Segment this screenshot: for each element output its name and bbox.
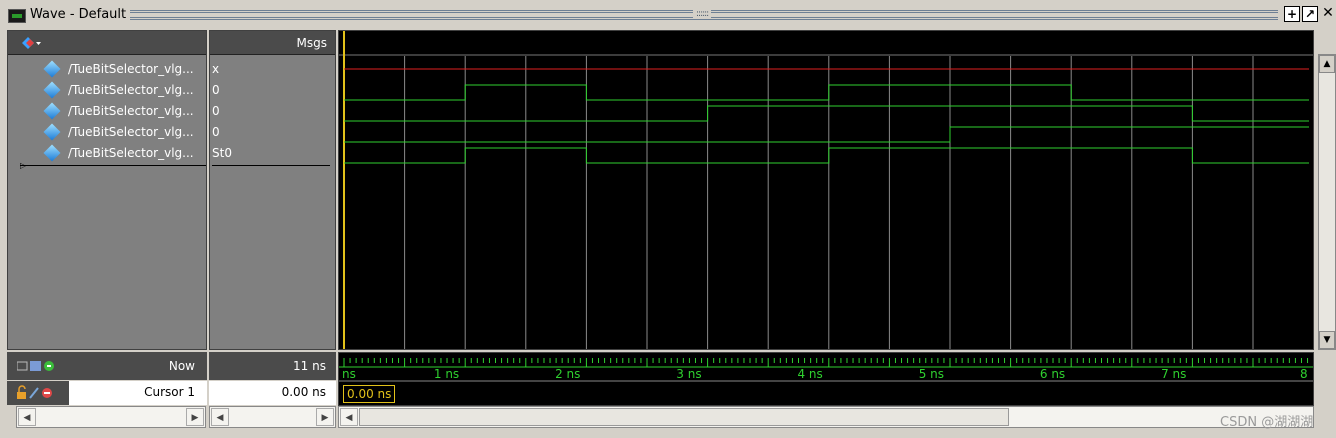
time-ruler[interactable]: ns 1 ns 2 ns 3 ns 4 ns 5 ns 6 ns 7 ns 8 0.00 ns bbox=[338, 352, 1314, 406]
insert-marker-icon: ▷ bbox=[20, 161, 27, 170]
ruler-label: ns bbox=[342, 367, 356, 381]
vertical-scrollbar[interactable]: ▲ ▼ bbox=[1318, 54, 1336, 350]
ruler-label: 4 ns bbox=[797, 367, 822, 381]
signal-diamond-icon bbox=[43, 81, 61, 99]
signal-names-pane[interactable]: /TueBitSelector_vlg... /TueBitSelector_v… bbox=[7, 30, 207, 350]
watermark: CSDN @湖湖湖 bbox=[1220, 415, 1314, 430]
window-title: Wave - Default bbox=[30, 7, 131, 23]
scroll-left-arrow-icon[interactable]: ◀ bbox=[211, 408, 229, 426]
names-header bbox=[8, 31, 206, 55]
signal-value: 0 bbox=[212, 125, 220, 139]
scroll-left-arrow-icon[interactable]: ◀ bbox=[18, 408, 36, 426]
grip-handle[interactable]: :::::: bbox=[693, 9, 712, 19]
ruler-label: 3 ns bbox=[676, 367, 701, 381]
cursor-value: 0.00 ns bbox=[281, 385, 326, 399]
divider bbox=[212, 165, 330, 166]
signal-row[interactable]: /TueBitSelector_vlg... bbox=[8, 122, 206, 143]
scroll-right-arrow-icon[interactable]: ▶ bbox=[186, 408, 204, 426]
signal-row[interactable]: /TueBitSelector_vlg... bbox=[8, 59, 206, 80]
cursor-row[interactable]: Cursor 1 bbox=[7, 381, 207, 405]
waveform-canvas[interactable] bbox=[339, 31, 1313, 349]
wave-horizontal-scrollbar[interactable]: ◀ bbox=[338, 406, 1314, 428]
undock-button[interactable]: ↗ bbox=[1302, 6, 1318, 22]
values-horizontal-scrollbar[interactable]: ◀ ▶ bbox=[209, 406, 336, 428]
cursor-value-cell[interactable]: 0.00 ns bbox=[209, 381, 336, 405]
add-wave-dropdown-icon[interactable] bbox=[20, 36, 42, 50]
divider bbox=[20, 165, 206, 166]
now-value-cell: 11 ns bbox=[209, 352, 336, 380]
signal-value: 0 bbox=[212, 83, 220, 97]
ruler-label: 8 bbox=[1300, 367, 1308, 381]
signal-diamond-icon bbox=[43, 102, 61, 120]
cursor-label: Cursor 1 bbox=[144, 385, 195, 399]
now-value: 11 ns bbox=[293, 359, 326, 373]
scroll-up-arrow-icon[interactable]: ▲ bbox=[1319, 55, 1335, 73]
scrollbar-thumb[interactable] bbox=[359, 408, 1009, 426]
ruler-label: 2 ns bbox=[555, 367, 580, 381]
now-label: Now bbox=[168, 359, 195, 373]
signal-name: /TueBitSelector_vlg... bbox=[68, 83, 194, 97]
signal-value: x bbox=[212, 62, 220, 76]
signal-name: /TueBitSelector_vlg... bbox=[68, 146, 194, 160]
ruler-label: 6 ns bbox=[1040, 367, 1065, 381]
signal-value: 0 bbox=[212, 104, 220, 118]
waveform-trace bbox=[344, 105, 1309, 122]
scroll-down-arrow-icon[interactable]: ▼ bbox=[1319, 331, 1335, 349]
signal-diamond-icon bbox=[43, 144, 61, 162]
signal-row[interactable]: /TueBitSelector_vlg... bbox=[8, 101, 206, 122]
wave-window-icon bbox=[8, 9, 26, 23]
values-header: Msgs bbox=[210, 31, 335, 55]
scroll-right-arrow-icon[interactable]: ▶ bbox=[316, 408, 334, 426]
signal-values-pane[interactable]: Msgs x 0 0 0 St0 bbox=[209, 30, 336, 350]
cursor-time-marker[interactable]: 0.00 ns bbox=[343, 385, 396, 403]
signal-value: St0 bbox=[212, 146, 232, 160]
waveform-trace bbox=[344, 126, 1309, 143]
window-title-bar[interactable]: Wave - Default :::::: + ↗ ✕ bbox=[0, 0, 1336, 30]
signal-name: /TueBitSelector_vlg... bbox=[68, 104, 194, 118]
names-horizontal-scrollbar[interactable]: ◀ ▶ bbox=[16, 406, 206, 428]
scroll-left-arrow-icon[interactable]: ◀ bbox=[340, 408, 358, 426]
waveform-pane[interactable] bbox=[338, 30, 1314, 350]
now-toolbar-icons[interactable] bbox=[17, 359, 77, 373]
waveform-trace bbox=[344, 84, 1309, 101]
signal-name: /TueBitSelector_vlg... bbox=[68, 62, 194, 76]
add-pane-button[interactable]: + bbox=[1284, 6, 1300, 22]
waveform-trace bbox=[344, 147, 1309, 164]
close-button[interactable]: ✕ bbox=[1320, 6, 1336, 22]
time-ruler-canvas[interactable]: ns 1 ns 2 ns 3 ns 4 ns 5 ns 6 ns 7 ns 8 bbox=[339, 353, 1313, 405]
signal-row[interactable]: /TueBitSelector_vlg... bbox=[8, 80, 206, 101]
ruler-label: 7 ns bbox=[1161, 367, 1186, 381]
ruler-label: 5 ns bbox=[919, 367, 944, 381]
ruler-label: 1 ns bbox=[434, 367, 459, 381]
msgs-label: Msgs bbox=[296, 36, 327, 50]
scrollbar-corner bbox=[1318, 30, 1336, 54]
signal-name: /TueBitSelector_vlg... bbox=[68, 125, 194, 139]
signal-row[interactable]: /TueBitSelector_vlg... bbox=[8, 143, 206, 164]
signal-diamond-icon bbox=[43, 60, 61, 78]
cursor-toolbar-icons[interactable] bbox=[17, 385, 77, 401]
now-row: Now bbox=[7, 352, 207, 380]
signal-diamond-icon bbox=[43, 123, 61, 141]
